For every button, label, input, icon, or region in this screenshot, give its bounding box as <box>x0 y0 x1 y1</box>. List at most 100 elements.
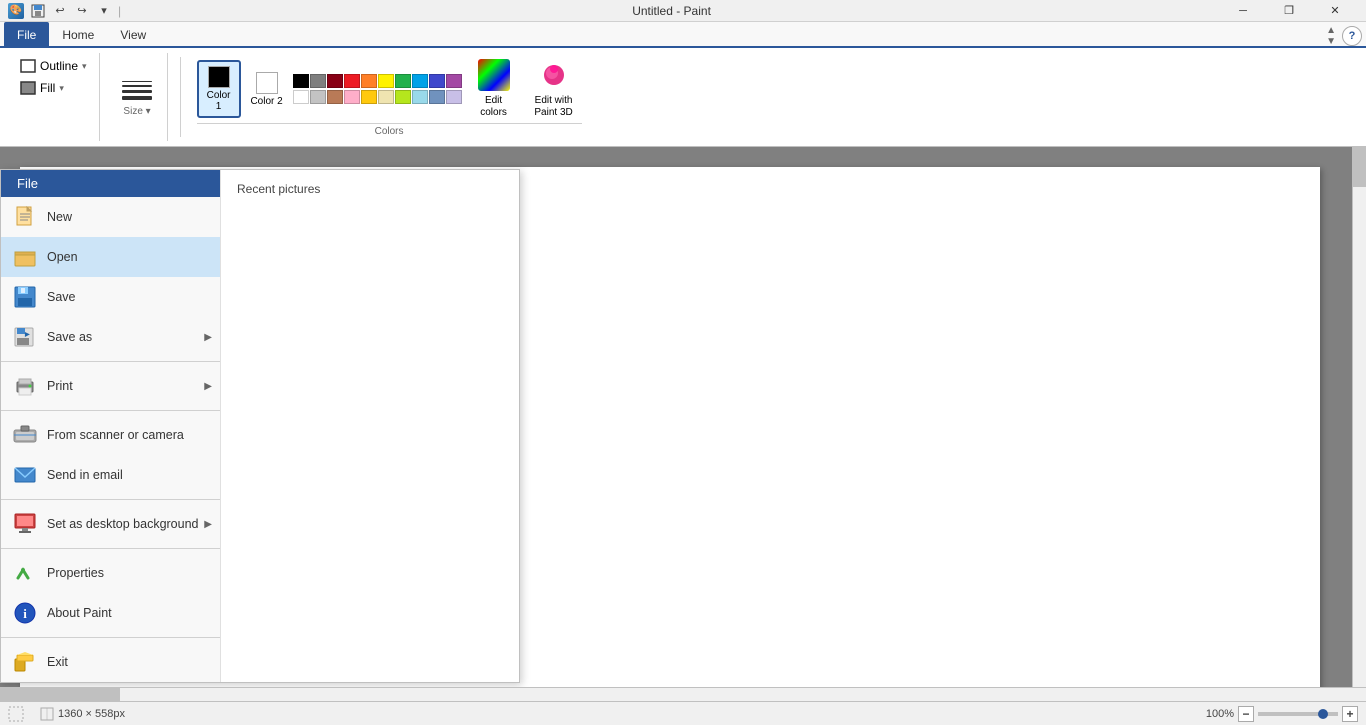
quick-access-dropdown[interactable]: ▾ <box>94 1 114 21</box>
quick-access-toolbar: ↩ ↪ ▾ | <box>28 1 123 21</box>
palette-color-pink[interactable] <box>344 90 360 104</box>
edit-paint3d-button[interactable]: Edit with Paint 3D <box>526 55 582 123</box>
palette-color-skyblue[interactable] <box>412 90 428 104</box>
zoom-slider-thumb[interactable] <box>1318 709 1328 719</box>
fill-button[interactable]: Fill ▾ <box>16 79 91 97</box>
horizontal-scrollbar-thumb[interactable] <box>0 688 120 702</box>
canvas-size-indicator: 1360 × 558px <box>40 707 125 721</box>
help-button[interactable]: ? <box>1342 26 1362 46</box>
zoom-in-button[interactable]: + <box>1342 706 1358 722</box>
ribbon-collapse-arrows[interactable]: ▲ ▼ <box>1326 26 1336 47</box>
outline-fill-group: Outline ▾ Fill ▾ <box>16 53 91 101</box>
file-menu-left: File New <box>1 170 221 682</box>
palette-color-red[interactable] <box>344 74 360 88</box>
file-menu-saveas-label: Save as <box>47 330 92 344</box>
separator-2 <box>1 410 220 411</box>
file-menu-scanner[interactable]: From scanner or camera <box>1 415 220 455</box>
file-menu-about[interactable]: i About Paint <box>1 593 220 633</box>
edit-colors-label: Edit colors <box>474 95 514 119</box>
file-menu-save[interactable]: Save <box>1 277 220 317</box>
palette-color-lavender[interactable] <box>446 90 462 104</box>
palette-color-cyan[interactable] <box>412 74 428 88</box>
size-button[interactable]: Size ▾ <box>110 73 164 121</box>
separator-1 <box>1 361 220 362</box>
palette-color-gold[interactable] <box>361 90 377 104</box>
maximize-button[interactable]: ❐ <box>1266 0 1312 22</box>
saveas-arrow-icon: ▶ <box>204 332 212 343</box>
exit-icon <box>13 650 37 674</box>
tab-home[interactable]: Home <box>49 22 107 46</box>
ribbon-arrow-up[interactable]: ▲ <box>1326 26 1336 36</box>
file-menu-recent: Recent pictures <box>221 170 519 682</box>
vertical-scrollbar[interactable] <box>1352 147 1366 687</box>
palette-color-darkred[interactable] <box>327 74 343 88</box>
palette-color-gray[interactable] <box>310 74 326 88</box>
palette-color-steelblue[interactable] <box>429 90 445 104</box>
svg-text:i: i <box>23 606 27 621</box>
palette-color-purple[interactable] <box>446 74 462 88</box>
palette-color-cream[interactable] <box>378 90 394 104</box>
window-title: Untitled - Paint <box>123 4 1220 18</box>
saveas-icon: ▶ <box>13 325 37 349</box>
window-controls: ─ ❐ ✕ <box>1220 0 1358 22</box>
close-button[interactable]: ✕ <box>1312 0 1358 22</box>
tab-file[interactable]: File <box>4 22 49 46</box>
file-menu-desktop[interactable]: Set as desktop background ▶ <box>1 504 220 544</box>
undo-button[interactable]: ↩ <box>50 1 70 21</box>
palette-row-1 <box>293 74 462 88</box>
color2-button[interactable]: Color 2 <box>245 68 289 111</box>
vertical-scrollbar-thumb[interactable] <box>1353 147 1366 187</box>
title-bar-left: 🎨 ↩ ↪ ▾ | <box>8 1 123 21</box>
palette-row-2 <box>293 90 462 104</box>
file-tab-label[interactable]: File <box>1 170 220 197</box>
color1-swatch <box>208 66 230 88</box>
status-bar-left: 1360 × 558px <box>8 706 1190 722</box>
content-area: File New <box>0 147 1366 687</box>
outline-button[interactable]: Outline ▾ <box>16 57 91 75</box>
palette-color-black[interactable] <box>293 74 309 88</box>
file-menu-exit-label: Exit <box>47 655 68 669</box>
color2-swatch <box>256 72 278 94</box>
new-icon <box>13 205 37 229</box>
outline-label: Outline <box>40 59 78 73</box>
palette-color-lightgray[interactable] <box>310 90 326 104</box>
redo-button[interactable]: ↪ <box>72 1 92 21</box>
selection-tool-indicator <box>8 706 24 722</box>
tab-view[interactable]: View <box>107 22 159 46</box>
paint3d-icon <box>538 59 570 91</box>
file-menu-print[interactable]: Print ▶ <box>1 366 220 406</box>
palette-color-lime[interactable] <box>395 90 411 104</box>
ribbon: File Home View Outline ▾ Fill ▾ <box>0 22 1366 147</box>
file-menu-exit[interactable]: Exit <box>1 642 220 682</box>
file-menu-properties[interactable]: Properties <box>1 553 220 593</box>
file-menu-email[interactable]: Send in email <box>1 455 220 495</box>
zoom-out-button[interactable]: − <box>1238 706 1254 722</box>
horizontal-scrollbar[interactable] <box>0 687 1366 701</box>
ribbon-arrow-down[interactable]: ▼ <box>1326 37 1336 47</box>
file-menu-print-label: Print <box>47 379 73 393</box>
canvas-size-icon <box>40 707 54 721</box>
scanner-icon <box>13 423 37 447</box>
file-menu-new[interactable]: New <box>1 197 220 237</box>
palette-color-yellow[interactable] <box>378 74 394 88</box>
edit-colors-button[interactable]: Edit colors <box>466 55 522 123</box>
palette-color-orange[interactable] <box>361 74 377 88</box>
about-icon: i <box>13 601 37 625</box>
size-icon <box>118 77 156 104</box>
svg-text:▶: ▶ <box>24 331 30 338</box>
zoom-slider[interactable] <box>1258 712 1338 716</box>
color1-button[interactable]: Color 1 <box>197 60 241 118</box>
color-palette <box>293 70 462 108</box>
minimize-button[interactable]: ─ <box>1220 0 1266 22</box>
file-menu-open[interactable]: Open <box>1 237 220 277</box>
palette-color-white[interactable] <box>293 90 309 104</box>
palette-color-blue[interactable] <box>429 74 445 88</box>
palette-color-brown[interactable] <box>327 90 343 104</box>
separator-4 <box>1 548 220 549</box>
save-quick-button[interactable] <box>28 1 48 21</box>
email-icon <box>13 463 37 487</box>
file-menu-saveas[interactable]: ▶ Save as ▶ <box>1 317 220 357</box>
color1-label: Color 1 <box>203 90 235 112</box>
open-icon <box>13 245 37 269</box>
palette-color-green[interactable] <box>395 74 411 88</box>
